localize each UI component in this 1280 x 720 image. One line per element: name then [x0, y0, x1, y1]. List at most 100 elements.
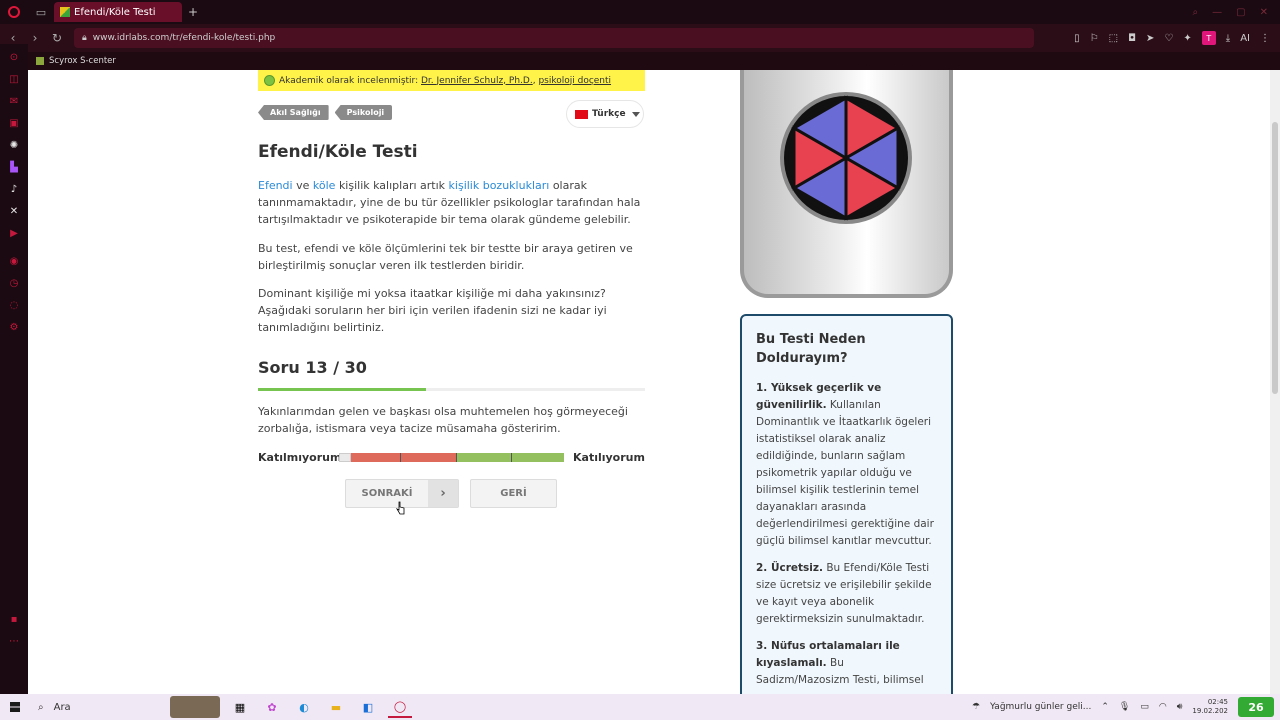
opera-logo-icon[interactable]	[0, 0, 28, 24]
tag-mental-health[interactable]: Akıl Sağlığı	[258, 105, 329, 120]
menu-icon[interactable]: ⋮	[1260, 33, 1270, 44]
outlook-icon[interactable]: ◧	[356, 696, 380, 718]
question-counter: Soru 13 / 30	[258, 358, 367, 377]
volume-icon[interactable]: 🔊︎	[1177, 702, 1183, 712]
back-icon[interactable]: ‹	[4, 31, 22, 45]
chatgpt-icon[interactable]: ✺	[8, 140, 20, 152]
scale-option-strongly-disagree[interactable]	[351, 453, 401, 462]
tray-chevron-icon[interactable]: ⌃	[1101, 702, 1109, 712]
tiktok-icon[interactable]: ♪	[8, 184, 20, 196]
heart-icon[interactable]: ♡	[1164, 33, 1173, 44]
send-icon[interactable]: ➤	[1146, 33, 1154, 44]
windows-taskbar: ⌕ Ara ▦ ✿ ◐ ▬ ◧ ◯ ☂ Yağmurlu günler geli…	[0, 694, 1280, 720]
reviewer-title-link[interactable]: psikoloji doçenti	[538, 76, 611, 86]
weather-text[interactable]: Yağmurlu günler geli...	[990, 702, 1091, 712]
maximize-icon[interactable]: ▢	[1236, 7, 1245, 18]
opera-taskbar-icon[interactable]: ◯	[388, 696, 412, 718]
why-title: Bu Testi Neden Doldurayım?	[756, 332, 866, 366]
scale-bar	[339, 453, 564, 462]
why-item: 3. Nüfus ortalamaları ile kıyaslamalı. B…	[756, 640, 924, 686]
ai-button[interactable]: AI	[1240, 33, 1250, 44]
wifi-icon[interactable]: ◠	[1159, 702, 1167, 712]
snapshot-icon[interactable]: ⬚	[1109, 33, 1118, 44]
search-tabs-icon[interactable]: ⌕	[1193, 7, 1199, 18]
url-text: www.idrlabs.com/tr/efendi-kole/testi.php	[92, 33, 276, 43]
tag-psychology[interactable]: Psikoloji	[334, 105, 393, 120]
extensions-icon[interactable]: ✦	[1183, 33, 1191, 44]
url-field[interactable]: 🔒︎ www.idrlabs.com/tr/efendi-kole/testi.…	[74, 28, 1034, 48]
chat-icon[interactable]: ◌	[8, 300, 20, 312]
scale-option-strongly-agree[interactable]	[512, 453, 564, 462]
copilot-icon[interactable]: ✿	[260, 696, 284, 718]
why-item: 1. Yüksek geçerlik ve güvenilirlik. Kull…	[756, 382, 934, 547]
scrollbar-thumb[interactable]	[1272, 122, 1278, 394]
clock[interactable]: 02:45 19.02.202	[1192, 698, 1228, 716]
page-scrollbar[interactable]	[1270, 70, 1280, 694]
task-view-icon[interactable]: ▦	[228, 696, 252, 718]
history-icon[interactable]: ◷	[8, 278, 20, 290]
player-icon[interactable]: ◉	[8, 256, 20, 268]
x-icon[interactable]: ✕	[8, 206, 20, 218]
file-explorer-icon[interactable]: ▬	[324, 696, 348, 718]
red-blue-wheel-icon	[780, 92, 912, 224]
search-placeholder: Ara	[53, 701, 71, 713]
weather-icon[interactable]: ☂	[972, 702, 980, 712]
link-kole[interactable]: köle	[313, 179, 336, 192]
settings-icon[interactable]: ⚙	[8, 322, 20, 334]
youtube-icon[interactable]: ▶	[8, 228, 20, 240]
question-progress-bar	[258, 388, 645, 391]
browser-tab[interactable]: Efendi/Köle Testi	[54, 2, 182, 22]
toolbar-icons: ▯ ⚐ ⬚ ◘ ➤ ♡ ✦ T ⤓ AI ⋮	[1074, 31, 1280, 45]
forward-icon[interactable]: ›	[26, 31, 44, 45]
bookmark-icon[interactable]: ⚐	[1090, 33, 1099, 44]
edge-icon[interactable]: ◐	[292, 696, 316, 718]
taskbar-search[interactable]: ⌕ Ara	[30, 697, 170, 717]
reload-icon[interactable]: ↻	[48, 31, 66, 45]
answer-scale: Katılmıyorum Katılıyorum	[258, 450, 648, 466]
verified-badge-icon	[264, 75, 275, 86]
scale-disagree-label: Katılmıyorum	[258, 451, 342, 464]
review-prefix: Akademik olarak incelenmiştir:	[279, 75, 419, 86]
lock-icon: 🔒︎	[82, 33, 87, 43]
tab-switcher-icon[interactable]: ▭	[28, 0, 54, 24]
network-icon[interactable]: ▭	[1140, 702, 1149, 712]
mic-icon[interactable]: 🎙︎	[1119, 702, 1130, 712]
window-controls: ⌕ — ▢ ✕	[1193, 7, 1280, 18]
link-efendi[interactable]: Efendi	[258, 179, 293, 192]
bookmark-link[interactable]: Scyrox S-center	[49, 56, 116, 66]
messenger-icon[interactable]: ✉	[8, 96, 20, 108]
new-tab-button[interactable]: +	[188, 5, 204, 19]
link-personality-disorders[interactable]: kişilik bozuklukları	[449, 179, 550, 192]
back-button[interactable]: GERİ	[470, 479, 557, 508]
profile-avatar[interactable]: T	[1201, 31, 1216, 45]
chevron-right-icon: ›	[428, 480, 458, 507]
chevron-down-icon	[631, 111, 640, 117]
pocket-icon[interactable]: ◘	[1128, 33, 1136, 44]
more-icon[interactable]: ⋯	[8, 636, 20, 648]
paragraph-2: Bu test, efendi ve köle ölçümlerini tek …	[258, 242, 633, 272]
why-item: 2. Ücretsiz. Bu Efendi/Köle Testi size ü…	[756, 562, 932, 625]
gx-icon[interactable]: ▪	[8, 614, 20, 626]
next-label: SONRAKİ	[361, 488, 413, 499]
scale-option-agree[interactable]	[457, 453, 512, 462]
speed-dial-icon[interactable]: ⊙	[8, 52, 20, 64]
tag-list: Akıl Sağlığı Psikoloji	[258, 105, 393, 120]
twitch-icon[interactable]: ▙	[8, 162, 20, 174]
reviewer-link[interactable]: Dr. Jennifer Schulz, Ph.D.	[421, 76, 533, 86]
download-icon[interactable]: ⤓	[1226, 33, 1230, 44]
notification-badge[interactable]: 26	[1238, 697, 1274, 717]
minimize-icon[interactable]: —	[1212, 7, 1222, 18]
extensions-sidebar-icon[interactable]: ◫	[8, 74, 20, 86]
sidebar-toggle-icon[interactable]: ▯	[1074, 33, 1080, 44]
system-tray: ☂ Yağmurlu günler geli... ⌃ 🎙︎ ▭ ◠ 🔊︎ 02…	[972, 697, 1280, 717]
scale-agree-label: Katılıyorum	[573, 451, 645, 464]
close-icon[interactable]: ✕	[1260, 7, 1268, 18]
scale-option-disagree[interactable]	[401, 453, 457, 462]
language-selector[interactable]: Türkçe	[566, 100, 644, 128]
wallet-icon[interactable]: ▣	[8, 118, 20, 130]
windows-start-icon[interactable]	[0, 694, 30, 720]
search-highlight-image[interactable]	[170, 696, 220, 718]
browser-tab-bar: ▭ Efendi/Köle Testi + ⌕ — ▢ ✕	[0, 0, 1280, 24]
scale-option-neutral-start[interactable]	[339, 453, 351, 462]
page-title: Efendi/Köle Testi	[258, 142, 418, 162]
